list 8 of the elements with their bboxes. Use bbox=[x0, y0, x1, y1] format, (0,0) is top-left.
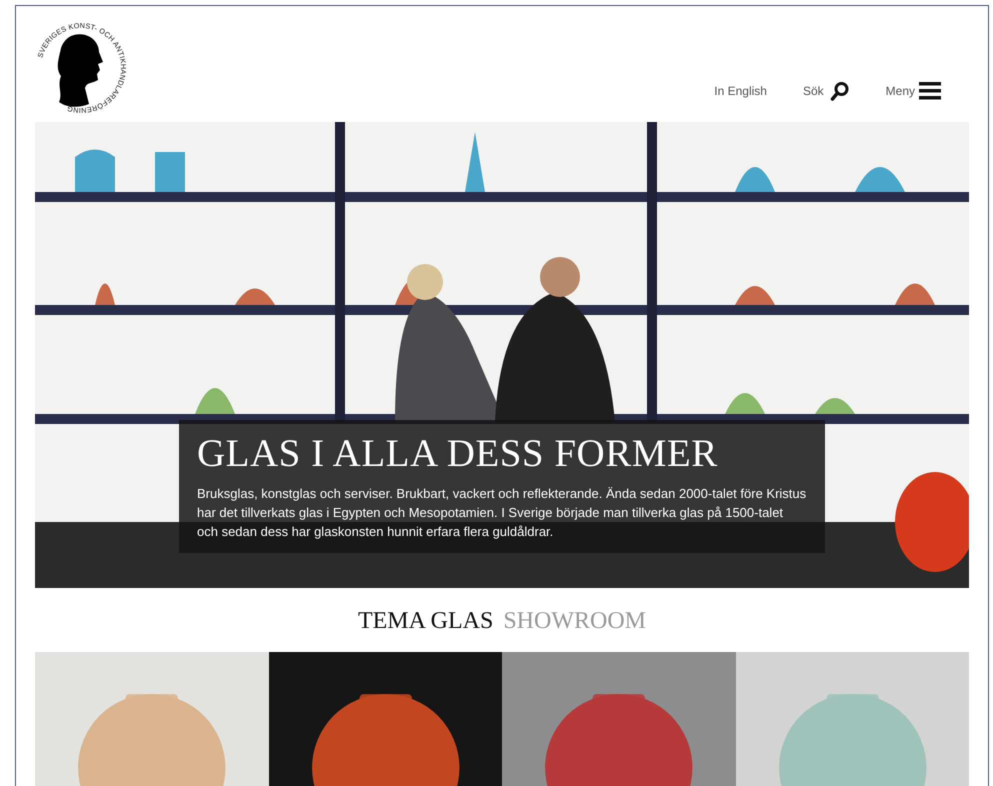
language-link[interactable]: In English bbox=[714, 82, 767, 100]
hero-text: Bruksglas, konstglas och serviser. Brukbart, vackert och reflekterande. Ända sedan 2000-talet före Kristus har det tillverkats glas i Egypten och Mesopotamien. I Sverige började man tillverka glas på 1500-talet och sedan dess har glaskonsten hunnit erfara flera guldåldrar. bbox=[197, 485, 807, 541]
section-tab[interactable]: TEMA GLAS bbox=[358, 606, 494, 636]
hero-title: GLAS I ALLA DESS FORMER bbox=[197, 431, 719, 477]
menu-button[interactable]: Meny bbox=[886, 82, 941, 100]
search-button[interactable]: Sök bbox=[802, 81, 850, 101]
search-icon bbox=[830, 81, 850, 101]
menu-icon bbox=[919, 82, 941, 100]
